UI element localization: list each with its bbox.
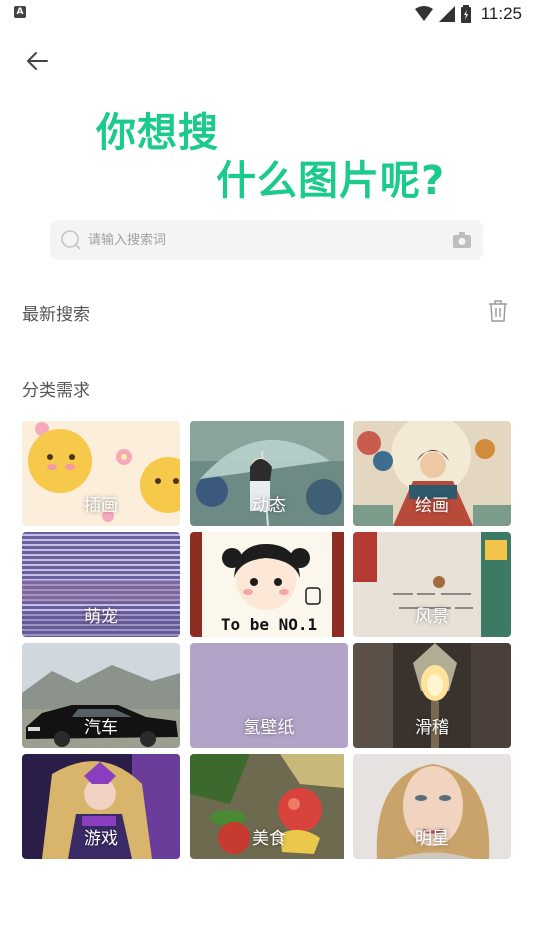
category-tile-tobeno1[interactable]: To be NO.1 — [190, 532, 348, 637]
recent-search-title: 最新搜索 — [22, 305, 90, 325]
category-tile-funny[interactable]: 滑稽 — [353, 643, 511, 748]
search-bar[interactable] — [50, 220, 483, 260]
category-tile-animated[interactable]: 动态 — [190, 421, 348, 526]
trash-icon[interactable] — [488, 300, 508, 322]
category-tile-food[interactable]: 美食 — [190, 754, 348, 859]
tile-label: 明星 — [415, 829, 449, 849]
category-tile-scenery[interactable]: 风景 — [353, 532, 511, 637]
category-tile-celebrity[interactable]: 明星 — [353, 754, 511, 859]
category-tile-painting[interactable]: 绘画 — [353, 421, 511, 526]
signal-icon — [438, 6, 455, 22]
tile-label: 萌宠 — [84, 607, 118, 627]
camera-icon[interactable] — [453, 232, 471, 248]
hero-line-1: 你想搜 — [96, 110, 219, 156]
tile-label: 美食 — [252, 829, 286, 849]
notification-icon: A — [14, 6, 26, 18]
tile-label: 游戏 — [84, 829, 118, 849]
back-arrow-icon[interactable] — [22, 46, 52, 76]
status-bar: A 11:25 — [0, 0, 534, 28]
tile-label: 绘画 — [415, 496, 449, 516]
category-title: 分类需求 — [22, 381, 90, 401]
category-tile-wallpaper[interactable]: 氢壁纸 — [190, 643, 348, 748]
tile-label: 汽车 — [84, 718, 118, 738]
battery-icon — [460, 5, 471, 23]
search-input[interactable] — [88, 220, 428, 260]
status-icons: 11:25 — [414, 3, 522, 25]
tile-label: 插画 — [84, 496, 118, 516]
search-icon — [61, 230, 81, 250]
tile-label: 氢壁纸 — [243, 718, 295, 738]
category-tile-cars[interactable]: 汽车 — [22, 643, 180, 748]
tile-label: 动态 — [252, 496, 286, 516]
category-tile-pets[interactable]: 萌宠 — [22, 532, 180, 637]
wifi-icon — [414, 6, 433, 21]
category-tile-games[interactable]: 游戏 — [22, 754, 180, 859]
tile-label: 风景 — [415, 607, 449, 627]
hero-line-2: 什么图片呢? — [216, 158, 446, 204]
category-tile-illustration[interactable]: 插画 — [22, 421, 180, 526]
status-time: 11:25 — [480, 4, 522, 23]
tile-label: 滑稽 — [415, 718, 449, 738]
tile-label: To be NO.1 — [220, 615, 318, 634]
